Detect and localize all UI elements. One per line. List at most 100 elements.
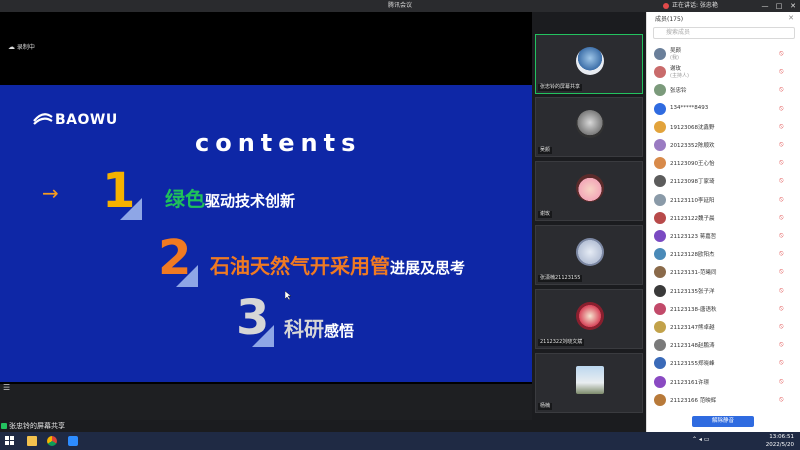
triangle-decoration-icon <box>252 325 274 347</box>
mic-muted-icon[interactable]: ⦸ <box>779 377 784 386</box>
video-tile[interactable]: 谢玫 <box>535 161 643 221</box>
menu-list-icon[interactable]: ☰ <box>3 383 10 392</box>
video-tile-name: 张忠铃的屏幕共享 <box>538 84 583 91</box>
member-row[interactable]: 21123161许璟 ⦸ <box>647 373 800 391</box>
member-row[interactable]: 21123090王心怡 ⦸ <box>647 154 800 172</box>
mic-muted-icon[interactable]: ⦸ <box>779 395 784 404</box>
avatar <box>654 211 666 224</box>
screen-share-bar[interactable]: 张忠铃的屏幕共享 <box>0 420 646 432</box>
video-tile[interactable]: 吴颜 <box>535 97 643 157</box>
mic-muted-icon[interactable]: ⦸ <box>779 286 784 295</box>
recording-indicator: ☁ 录制中 <box>8 42 35 51</box>
mic-muted-icon[interactable]: ⦸ <box>779 322 784 331</box>
avatar <box>654 66 666 79</box>
close-icon[interactable]: ✕ <box>788 14 794 22</box>
video-tile[interactable]: 2112322刘晓文斌 <box>535 289 643 349</box>
video-tile-name: 2112322刘晓文斌 <box>538 339 585 346</box>
member-name: 21123128欧阳杰 <box>670 252 715 259</box>
member-row[interactable]: 谢玫 (主持人) ⦸ <box>647 63 800 81</box>
meeting-stage: ☁ 录制中 BAOWU contents → 1 绿色驱动技术创新 2 石油天然… <box>0 12 532 392</box>
arrow-right-icon: → <box>42 181 59 205</box>
avatar <box>654 284 666 297</box>
avatar <box>576 47 604 75</box>
member-row[interactable]: 21123148赵鹏涛 ⦸ <box>647 336 800 354</box>
avatar <box>654 393 666 406</box>
mic-muted-icon[interactable]: ⦸ <box>779 249 784 258</box>
slide-heading: contents <box>195 129 362 157</box>
avatar <box>654 230 666 242</box>
mic-muted-icon[interactable]: ⦸ <box>779 49 784 58</box>
member-name: 21123090王心怡 <box>670 161 715 168</box>
agenda-item-1-highlight: 绿色 <box>165 187 205 211</box>
mic-muted-icon[interactable]: ⦸ <box>779 122 784 131</box>
screen-share-label: 张忠铃的屏幕共享 <box>9 422 65 430</box>
member-row[interactable]: 20123352陈顺欢 ⦸ <box>647 136 800 154</box>
member-search-input[interactable]: 搜索成员 <box>653 27 795 39</box>
taskbar-clock[interactable]: 13:06:51 2022/5/20 <box>766 433 794 449</box>
windows-taskbar: ⌃ ◂ ▭ 13:06:51 2022/5/20 <box>0 432 800 450</box>
avatar <box>576 366 604 394</box>
file-explorer-icon[interactable] <box>27 436 37 446</box>
agenda-item-3-rest: 感悟 <box>324 322 355 340</box>
video-tile[interactable]: 张潇楠21123155 <box>535 225 643 285</box>
mic-muted-icon[interactable]: ⦸ <box>779 304 784 313</box>
avatar <box>654 321 666 333</box>
member-panel: 成员(175) ✕ ⌕ 搜索成员 吴颜(我)⦸谢玫(主持人)⦸张忠铃⦸134**… <box>646 12 800 432</box>
avatar <box>654 157 666 170</box>
agenda-item-2-rest: 进展及思考 <box>390 259 466 277</box>
video-tile[interactable]: 张忠铃的屏幕共享 <box>535 34 643 94</box>
tencent-meeting-icon[interactable] <box>68 436 78 446</box>
triangle-decoration-icon <box>120 198 142 220</box>
member-row[interactable]: 134*****8493 ⦸ <box>647 100 800 118</box>
avatar <box>654 102 666 115</box>
member-row[interactable]: 19123068沈鑫野 ⦸ <box>647 118 800 136</box>
system-tray[interactable]: ⌃ ◂ ▭ <box>692 436 710 443</box>
member-row[interactable]: 21123131-范曦同 ⦸ <box>647 263 800 281</box>
avatar <box>576 110 604 138</box>
agenda-item-3: 科研感悟 <box>284 313 354 342</box>
video-tile[interactable]: 杨楠 <box>535 353 643 413</box>
mic-muted-icon[interactable]: ⦸ <box>779 158 784 167</box>
mic-muted-icon[interactable]: ⦸ <box>779 231 784 240</box>
avatar <box>654 266 666 279</box>
member-row[interactable]: 21123122魏子晨 ⦸ <box>647 209 800 227</box>
member-row[interactable]: 21123166 范映辉 ⦸ <box>647 391 800 409</box>
member-row[interactable]: 21123098丁家琦 ⦸ <box>647 172 800 190</box>
mic-muted-icon[interactable]: ⦸ <box>779 140 784 149</box>
member-row[interactable]: 21123135张子洋 ⦸ <box>647 282 800 300</box>
member-name: 134*****8493 <box>670 104 709 111</box>
member-row[interactable]: 21123128欧阳杰 ⦸ <box>647 245 800 263</box>
avatar <box>576 174 604 202</box>
mic-muted-icon[interactable]: ⦸ <box>779 213 784 222</box>
video-tile-name: 谢玫 <box>538 211 553 218</box>
member-name: 20123352陈顺欢 <box>670 143 715 149</box>
minimize-button[interactable]: — <box>760 0 770 12</box>
mic-muted-icon[interactable]: ⦸ <box>779 195 784 204</box>
mic-muted-icon[interactable]: ⦸ <box>779 67 784 76</box>
avatar <box>576 238 604 266</box>
clock-date: 2022/5/20 <box>765 442 794 448</box>
member-row[interactable]: 21123147熊卓越 ⦸ <box>647 318 800 336</box>
unmute-button[interactable]: 解除静音 <box>692 416 754 427</box>
mic-muted-icon[interactable]: ⦸ <box>779 176 784 185</box>
mic-muted-icon[interactable]: ⦸ <box>779 104 784 113</box>
member-row[interactable]: 张忠铃 ⦸ <box>647 81 800 99</box>
mic-muted-icon[interactable]: ⦸ <box>779 267 784 276</box>
member-row[interactable]: 21123110李延阳 ⦸ <box>647 191 800 209</box>
windows-start-icon[interactable] <box>5 436 15 446</box>
video-tile-name: 吴颜 <box>538 147 553 154</box>
member-row[interactable]: 21123138-唐语秋 ⦸ <box>647 300 800 318</box>
member-row[interactable]: 吴颜 (我) ⦸ <box>647 45 800 63</box>
avatar <box>654 193 666 206</box>
chrome-icon[interactable] <box>47 436 57 446</box>
mic-muted-icon[interactable]: ⦸ <box>779 85 784 94</box>
baowu-logo-icon <box>33 113 53 125</box>
maximize-button[interactable]: □ <box>774 0 784 12</box>
clock-time: 13:06:51 <box>769 434 794 440</box>
agenda-item-2-highlight: 石油天然气开采用管 <box>210 254 390 278</box>
member-row[interactable]: 21123155郑晓峰 ⦸ <box>647 354 800 372</box>
mic-muted-icon[interactable]: ⦸ <box>779 358 784 367</box>
close-button[interactable]: ✕ <box>788 0 798 12</box>
member-row[interactable]: 21123123 蒋嘉哲 ⦸ <box>647 227 800 245</box>
mic-muted-icon[interactable]: ⦸ <box>779 340 784 349</box>
